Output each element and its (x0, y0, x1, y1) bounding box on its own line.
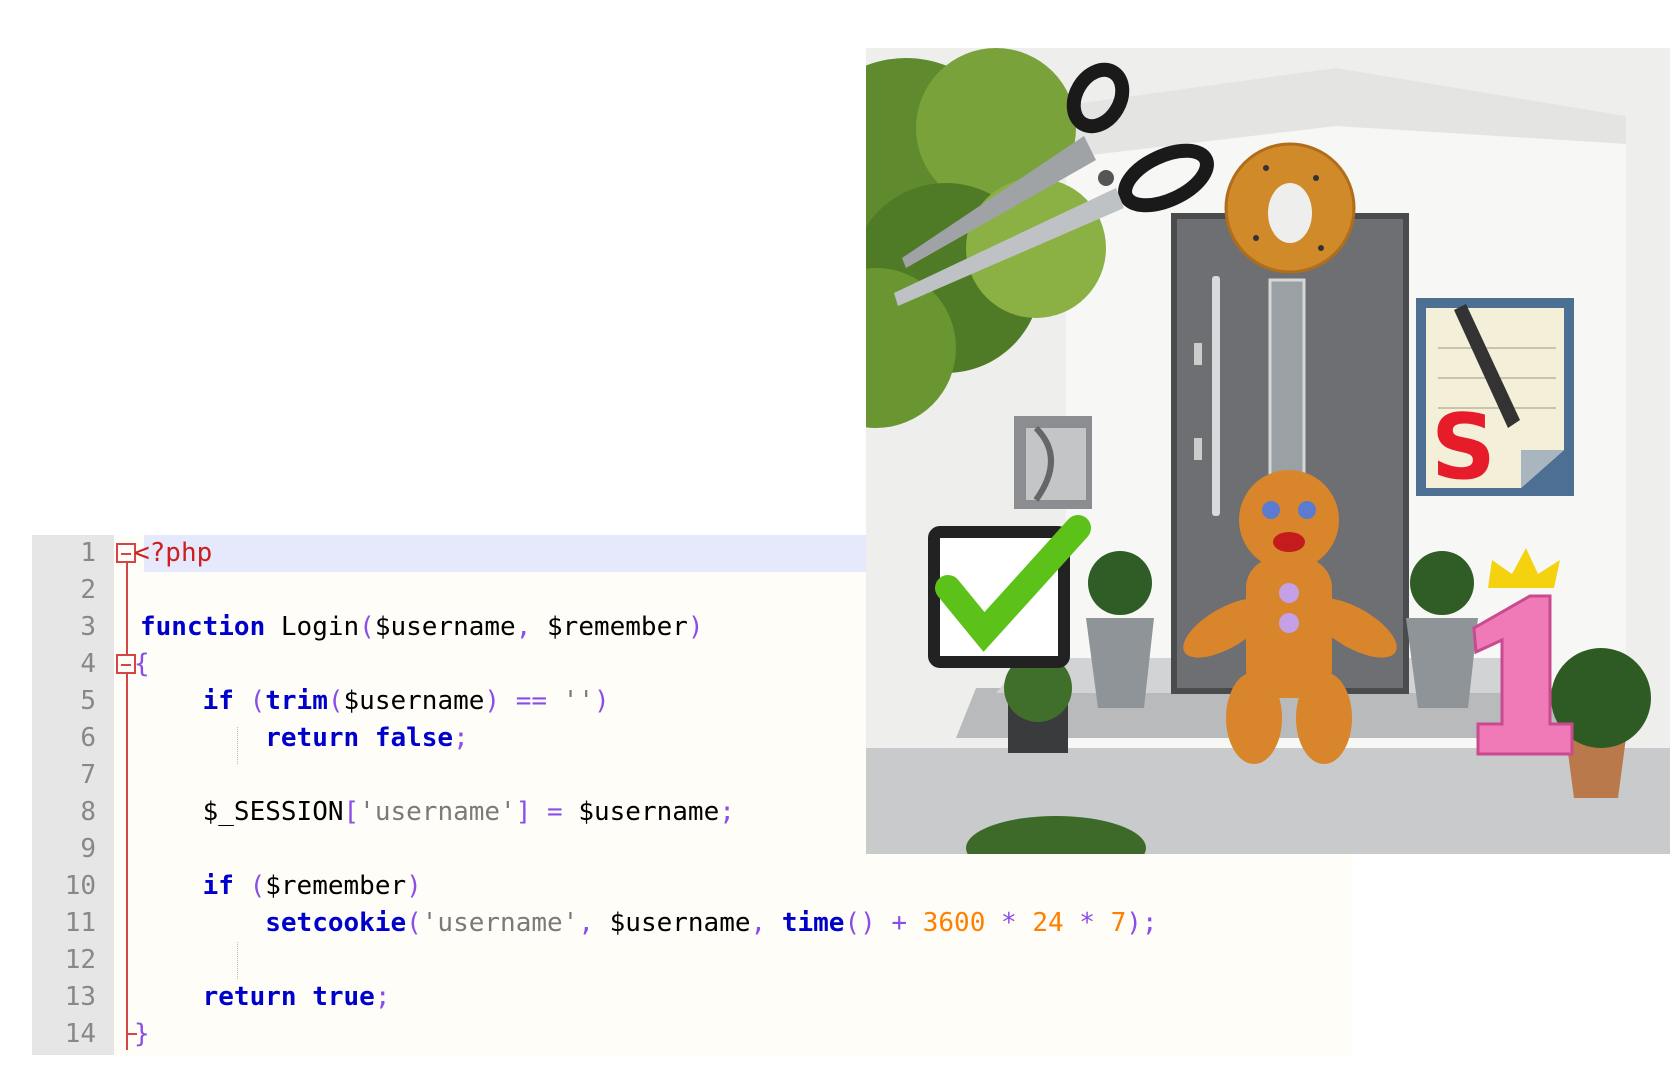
code-token: $username (609, 908, 751, 938)
door-scene-photo: S (866, 48, 1670, 854)
code-token: if (202, 871, 234, 901)
line-number: 6 (80, 723, 96, 753)
code-token: ) (594, 686, 610, 716)
code-line[interactable]: $_SESSION['username'] = $username; (140, 794, 735, 831)
code-token: <?php (134, 538, 213, 568)
code-token: ); (1126, 908, 1158, 938)
line-number: 8 (80, 797, 96, 827)
code-token: function (140, 612, 266, 642)
code-token: return (202, 982, 297, 1012)
code-line[interactable]: return true; (140, 979, 391, 1016)
code-token: return (265, 723, 360, 753)
line-number: 1 (80, 538, 96, 568)
code-token: if (202, 686, 234, 716)
code-line[interactable]: if ($remember) (140, 868, 422, 905)
svg-text:S: S (1431, 395, 1496, 500)
code-token: $_SESSION (202, 797, 344, 827)
code-token: true (312, 982, 375, 1012)
code-line[interactable]: } (134, 1016, 150, 1053)
code-token: 'username' (359, 797, 516, 827)
line-number: 4 (80, 649, 96, 679)
fold-toggle-icon[interactable] (116, 543, 136, 563)
code-token: trim (265, 686, 328, 716)
code-token: $username (374, 612, 516, 642)
code-token: , (750, 908, 782, 938)
code-token: ] = (515, 797, 579, 827)
line-number: 7 (80, 760, 96, 790)
code-token: , (578, 908, 610, 938)
code-token: ( (406, 908, 422, 938)
code-token: ) == (484, 686, 563, 716)
code-token: () + (844, 908, 923, 938)
code-token: $username (343, 686, 485, 716)
line-number: 9 (80, 834, 96, 864)
line-number: 14 (64, 1019, 96, 1049)
line-number: 2 (80, 575, 96, 605)
code-token: ) (687, 612, 704, 642)
code-line[interactable]: <?php (134, 535, 212, 572)
code-line[interactable]: if (trim($username) == '') (140, 683, 610, 720)
code-token: ( (233, 686, 266, 716)
line-number: 10 (64, 871, 96, 901)
code-token: ( (233, 871, 266, 901)
line-number: 3 (80, 612, 96, 642)
code-token: time (781, 908, 845, 938)
indent-guide (237, 942, 238, 979)
code-token: ; (453, 723, 469, 753)
code-token: ( (359, 612, 375, 642)
code-token: } (134, 1019, 150, 1049)
code-token: $remember (547, 612, 688, 642)
code-token: Login (265, 612, 360, 642)
code-token: 3600 (922, 908, 986, 938)
code-token: * (985, 908, 1033, 938)
fold-toggle-icon[interactable] (116, 654, 136, 674)
fold-line (126, 555, 128, 1050)
code-token: [ (343, 797, 360, 827)
bagel-icon (1224, 142, 1356, 274)
code-token: false (374, 723, 454, 753)
line-number: 5 (80, 686, 96, 716)
code-line[interactable]: { (134, 646, 150, 683)
code-line[interactable]: setcookie('username', $username, time() … (140, 905, 1158, 942)
code-line[interactable]: function Login($username, $remember) (140, 609, 704, 646)
document-pen-icon: S (1416, 298, 1574, 500)
code-token: , (515, 612, 548, 642)
code-token: 24 (1032, 908, 1064, 938)
scene-illustration: S (866, 48, 1670, 854)
code-token: ( (327, 686, 344, 716)
code-line[interactable]: return false; (140, 720, 469, 757)
line-number: 11 (64, 908, 96, 938)
checkbox-checked-icon (928, 515, 1091, 668)
code-token: ; (374, 982, 391, 1012)
code-token: setcookie (265, 908, 407, 938)
line-number: 13 (64, 982, 96, 1012)
code-token: ; (719, 797, 735, 827)
code-token: $username (578, 797, 720, 827)
code-token: ) (406, 871, 422, 901)
code-token: 7 (1110, 908, 1127, 938)
code-token: 'username' (421, 908, 579, 938)
code-token: { (134, 649, 150, 679)
code-token: $remember (265, 871, 407, 901)
code-token: * (1063, 908, 1111, 938)
mailbox-icon (1014, 416, 1092, 509)
code-token: '' (562, 686, 595, 716)
line-number: 12 (64, 945, 96, 975)
